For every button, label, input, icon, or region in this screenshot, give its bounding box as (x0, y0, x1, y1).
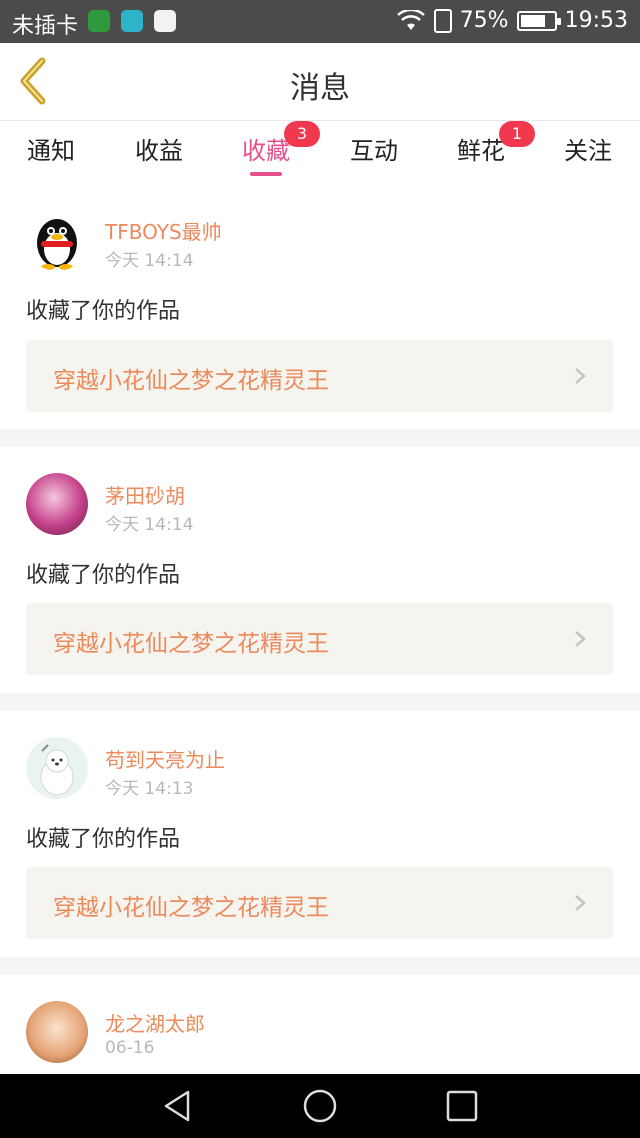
home-circle-icon[interactable] (302, 1088, 338, 1124)
chat-app-icon (154, 10, 176, 32)
timestamp: 今天 14:14 (105, 251, 194, 271)
carrier-label: 未插卡 (12, 14, 79, 39)
work-title: 穿越小花仙之梦之花精灵王 (53, 368, 329, 394)
username[interactable]: 苟到天亮为止 (105, 744, 225, 773)
list-item: 龙之湖太郎 06-16 (0, 975, 640, 1074)
work-title: 穿越小花仙之梦之花精灵王 (53, 895, 329, 921)
timestamp: 今天 14:13 (105, 779, 194, 799)
avatar[interactable] (26, 209, 88, 271)
system-nav-bar (0, 1074, 640, 1138)
back-triangle-icon[interactable] (160, 1088, 196, 1124)
work-link[interactable]: 穿越小花仙之梦之花精灵王 (26, 867, 613, 939)
list-item: TFBOYS最帅 今天 14:14 收藏了你的作品 穿越小花仙之梦之花精灵王 (0, 181, 640, 429)
chevron-right-icon (575, 895, 586, 911)
avatar[interactable] (26, 1001, 88, 1063)
tab-following[interactable]: 关注 (548, 131, 628, 166)
action-text: 收藏了你的作品 (26, 827, 181, 852)
active-tab-indicator (250, 172, 282, 176)
tab-flowers[interactable]: 鲜花 1 (441, 121, 535, 166)
timestamp: 今天 14:14 (105, 515, 194, 535)
tab-bar: 通知 收益 收藏 3 互动 鲜花 1 关注 (0, 121, 640, 181)
avatar[interactable] (26, 473, 88, 535)
clock: 19:53 (564, 8, 628, 33)
action-text: 收藏了你的作品 (26, 299, 181, 324)
bear-avatar-icon (40, 744, 74, 796)
moon-app-icon (121, 10, 143, 32)
penguin-avatar-icon (37, 219, 77, 270)
chevron-right-icon (575, 631, 586, 647)
tab-interaction[interactable]: 互动 (334, 131, 414, 166)
avatar[interactable] (26, 737, 88, 799)
favorites-badge: 3 (284, 121, 320, 147)
work-title: 穿越小花仙之梦之花精灵王 (53, 631, 329, 657)
username[interactable]: TFBOYS最帅 (105, 216, 222, 245)
recents-square-icon[interactable] (444, 1088, 480, 1124)
status-bar: 未插卡 75% 19:53 (0, 0, 640, 43)
chevron-right-icon (575, 368, 586, 384)
sim-icon (433, 8, 452, 33)
flowers-badge: 1 (499, 121, 535, 147)
tab-favorites[interactable]: 收藏 3 (226, 121, 320, 166)
app-notification-icon (88, 10, 110, 32)
work-link[interactable]: 穿越小花仙之梦之花精灵王 (26, 340, 613, 412)
timestamp: 06-16 (105, 1038, 155, 1058)
page-title: 消息 (290, 71, 350, 106)
header: 消息 (0, 43, 640, 121)
battery-percent: 75% (459, 8, 509, 33)
battery-icon (516, 10, 561, 31)
action-text: 收藏了你的作品 (26, 563, 181, 588)
tab-earnings[interactable]: 收益 (119, 131, 199, 166)
username[interactable]: 茅田砂胡 (105, 480, 185, 509)
username[interactable]: 龙之湖太郎 (105, 1008, 205, 1037)
list-item: 茅田砂胡 今天 14:14 收藏了你的作品 穿越小花仙之梦之花精灵王 (0, 447, 640, 693)
work-link[interactable]: 穿越小花仙之梦之花精灵王 (26, 603, 613, 675)
wifi-icon (396, 9, 425, 30)
list-item: 苟到天亮为止 今天 14:13 收藏了你的作品 穿越小花仙之梦之花精灵王 (0, 711, 640, 957)
tab-notifications[interactable]: 通知 (11, 131, 91, 166)
